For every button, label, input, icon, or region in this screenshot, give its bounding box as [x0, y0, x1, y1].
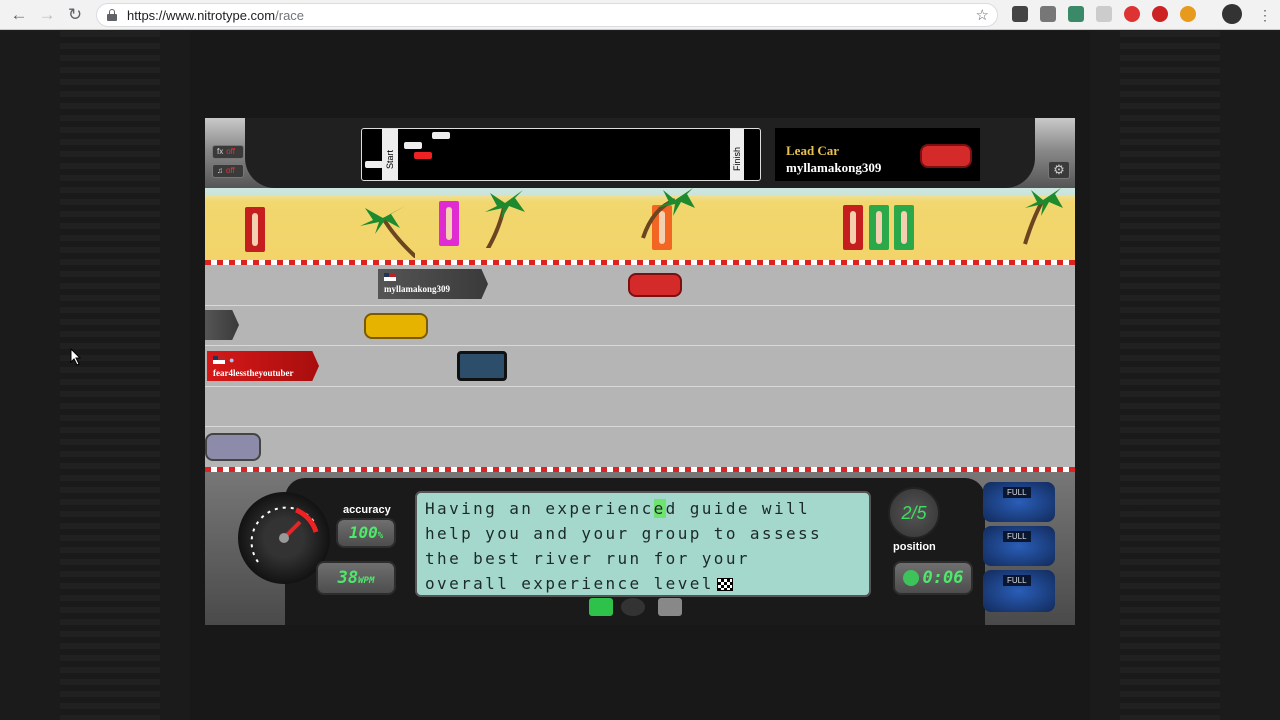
gearshift-icon[interactable]	[621, 598, 645, 616]
position-display: 2/5	[888, 487, 940, 539]
us-flag-icon	[213, 356, 225, 364]
extension-icon[interactable]	[1180, 6, 1196, 22]
racer-car	[205, 433, 261, 461]
player-car	[457, 351, 507, 381]
palm-tree-icon	[360, 206, 415, 258]
race-track: myllamakong309 ● fear4lesstheyoutuber	[205, 265, 1075, 467]
typing-text-line-4: overall experience level	[425, 571, 861, 596]
beach-towel	[245, 207, 265, 252]
forward-arrow-icon[interactable]: →	[36, 4, 58, 26]
player-marker	[414, 152, 432, 159]
extension-icon[interactable]	[1124, 6, 1140, 22]
beach-towel	[439, 201, 459, 246]
typing-text-line-2: help you and your group to assess	[425, 524, 823, 543]
extension-icon[interactable]	[1040, 6, 1056, 22]
tire-track-decoration	[60, 31, 160, 720]
lock-icon	[107, 9, 117, 21]
dashboard-mode-icon[interactable]	[658, 598, 682, 616]
bookmark-star-icon[interactable]: ☆	[976, 6, 989, 24]
racer-marker	[388, 171, 396, 178]
us-flag-icon	[384, 273, 396, 281]
profile-avatar[interactable]	[1222, 4, 1242, 24]
racer-marker	[365, 161, 383, 168]
racer-name-flag	[205, 310, 239, 340]
extension-icon[interactable]	[1012, 6, 1028, 22]
palm-tree-icon	[1023, 188, 1063, 245]
nitro-button[interactable]: FULL	[983, 482, 1055, 522]
back-arrow-icon[interactable]: ←	[8, 4, 30, 26]
bottom-dashboard: accuracy 100% 38WPM Having an experience…	[205, 472, 1075, 625]
beach-towel	[894, 205, 914, 250]
player-name-flag: ● fear4lesstheyoutuber	[207, 351, 319, 381]
browser-toolbar: ← → ↻ https://www.nitrotype.com/race ☆ ⋮	[0, 0, 1280, 30]
palm-tree-icon	[641, 188, 695, 239]
settings-gear-icon[interactable]: ⚙	[1048, 161, 1070, 179]
mouse-cursor-icon	[70, 348, 82, 366]
track-progress-map: Start Finish	[361, 128, 761, 181]
keyboard-icon[interactable]	[589, 598, 613, 616]
wpm-display: 38WPM	[316, 561, 396, 595]
lead-car-name: myllamakong309	[786, 160, 882, 175]
typing-text-panel[interactable]: Having an experienced guide will help yo…	[415, 491, 871, 597]
beach-towel	[843, 205, 863, 250]
extension-icon[interactable]	[1068, 6, 1084, 22]
address-bar[interactable]: https://www.nitrotype.com/race ☆	[96, 3, 998, 27]
menu-dots-icon[interactable]: ⋮	[1254, 4, 1276, 26]
cursor-extension-icon[interactable]	[1096, 6, 1112, 22]
accuracy-display: 100%	[336, 518, 396, 548]
typing-text-line-3: the best river run for your	[425, 549, 750, 568]
extension-icon[interactable]	[1152, 6, 1168, 22]
track-finish-line: Finish	[730, 129, 744, 180]
lead-car-icon	[920, 144, 972, 168]
nitro-button[interactable]: FULL	[983, 526, 1055, 566]
race-timer-display: 0:06	[893, 561, 973, 595]
reload-icon[interactable]: ↻	[64, 4, 86, 26]
racer-car	[628, 273, 682, 297]
url-text: https://www.nitrotype.com/race	[127, 8, 305, 23]
racer-marker	[404, 142, 422, 149]
position-label: position	[893, 541, 936, 553]
race-game[interactable]: fx off ♫ off ⚙ Start Finish Lead Car mylla…	[205, 118, 1075, 625]
lead-car-title: Lead Car	[786, 143, 840, 158]
accuracy-label: accuracy	[343, 504, 391, 516]
lead-car-box: Lead Car myllamakong309	[775, 128, 980, 181]
fx-sound-toggle[interactable]: fx off	[212, 145, 244, 159]
beach-towel	[869, 205, 889, 250]
racer-name-flag: myllamakong309	[378, 269, 488, 299]
clock-icon	[902, 570, 919, 586]
palm-tree-icon	[485, 190, 525, 248]
beach-scenery	[205, 188, 1075, 260]
music-sound-toggle[interactable]: ♫ off	[212, 164, 244, 178]
checkered-flag-icon	[716, 578, 733, 591]
tire-track-decoration	[1120, 31, 1220, 720]
typing-text-line-1: Having an experienced guide will	[425, 499, 811, 518]
player-user-icon: ●	[229, 355, 235, 365]
nitro-button[interactable]: FULL	[983, 570, 1055, 612]
racer-marker	[432, 132, 450, 139]
racer-car	[364, 313, 428, 339]
